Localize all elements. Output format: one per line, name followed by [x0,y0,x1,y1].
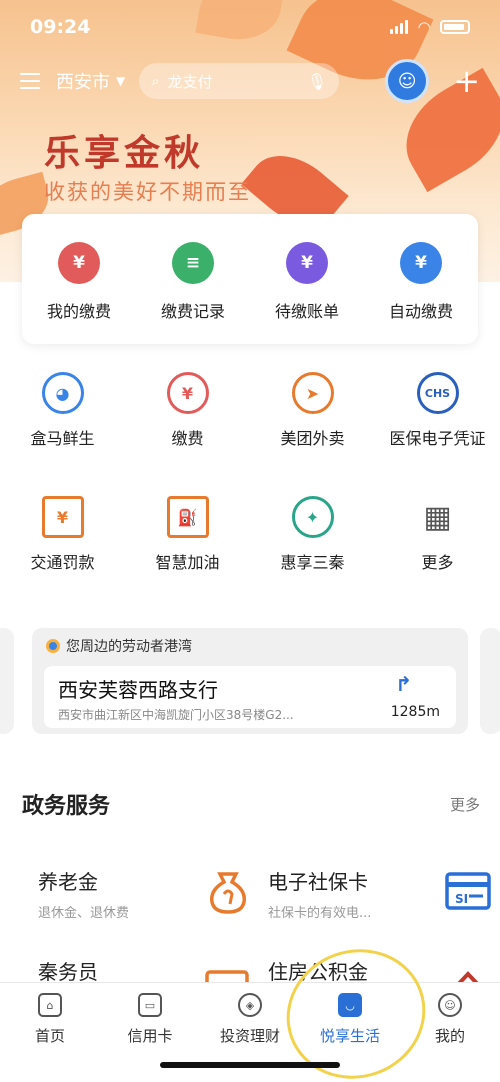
search-input[interactable]: ⌕ 龙支付 🎙 [139,63,340,99]
monitor-icon: ¥ [400,242,442,284]
banner-title: 乐享金秋 [44,132,205,174]
yuan-icon: ¥ [166,372,209,414]
gov-item-name: 电子社保卡 [268,870,368,894]
card-icon: ▭ [138,993,162,1017]
chs-icon: CHS [416,372,459,414]
nearby-carousel: 您周边的劳动者港湾 西安芙蓉西路支行 西安市曲江新区中海凯旋门小区38号楼G2.… [0,628,500,734]
city-selector[interactable]: 西安市 ▼ [56,68,125,94]
tab-credit-card[interactable]: ▭ 信用卡 [100,983,200,1046]
service-label: 交通罚款 [30,553,95,572]
hema-icon: ◕ [41,372,84,414]
home-icon: ⌂ [38,993,62,1017]
search-icon: ⌕ [151,72,160,90]
nearby-header-text: 您周边的劳动者港湾 [66,639,192,655]
gov-item-pension[interactable]: 养老金 退休金、退休费 [22,866,252,946]
pay-item-pending-bill[interactable]: ¥ 待缴账单 [250,214,364,344]
app-root: 09:24 ◠ 西安市 ▼ ⌕ 龙支付 🎙 ☺ + 乐享金秋 收获的美好不期而至 [0,0,500,1082]
service-more[interactable]: ▦ 更多 [375,496,500,620]
status-bar: 09:24 ◠ [30,12,470,42]
si-card-icon: SI [444,868,492,914]
cell-signal-icon [390,20,409,34]
svg-text:SI: SI [455,892,468,906]
menu-icon[interactable] [20,73,40,89]
branch-address: 西安市曲江新区中海凯旋门小区38号楼G2... [58,708,294,722]
turn-right-icon[interactable]: ↱ [395,672,412,696]
service-fuel[interactable]: ⛽ 智慧加油 [125,496,250,620]
tab-label: 信用卡 [127,1027,173,1045]
pay-item-label: 自动缴费 [388,302,453,321]
pay-item-auto-pay[interactable]: ¥ 自动缴费 [364,214,478,344]
pay-item-label: 缴费记录 [160,302,225,321]
service-huixiang[interactable]: ✦ 惠享三秦 [250,496,375,620]
status-indicators: ◠ [390,18,470,36]
top-bar: 西安市 ▼ ⌕ 龙支付 🎙 ☺ + [20,59,480,103]
service-label: 更多 [421,553,454,572]
prev-card[interactable] [0,628,14,734]
money-bag-icon [204,868,252,914]
location-pin-icon [46,639,60,653]
tab-label: 投资理财 [219,1027,280,1045]
wallet-icon: ¥ [58,242,100,284]
next-card[interactable] [480,628,500,734]
battery-icon [440,20,470,34]
pay-item-my-payment[interactable]: ¥ 我的缴费 [22,214,136,344]
mascot-avatar[interactable]: ☺ [385,59,430,103]
tab-home[interactable]: ⌂ 首页 [0,983,100,1046]
tab-label: 首页 [34,1027,65,1045]
pay-item-record[interactable]: ≡ 缴费记录 [136,214,250,344]
pay-item-label: 待缴账单 [274,302,339,321]
gov-more-link[interactable]: 更多 [450,794,480,815]
status-time: 09:24 [30,16,91,38]
tab-label: 我的 [434,1027,465,1045]
wifi-icon: ◠ [418,18,430,36]
microphone-icon[interactable]: 🎙 [307,72,327,91]
kangaroo-icon: ➤ [291,372,334,414]
gov-item-desc: 退休金、退休费 [38,906,130,921]
city-label: 西安市 [56,72,110,93]
gov-section-title: 政务服务 [22,794,111,819]
service-label: 缴费 [171,429,204,448]
record-icon: ≡ [172,242,214,284]
service-label: 惠享三秦 [280,553,345,572]
nearby-card[interactable]: 您周边的劳动者港湾 西安芙蓉西路支行 西安市曲江新区中海凯旋门小区38号楼G2.… [32,628,468,734]
gov-item-si-card[interactable]: 电子社保卡 社保卡的有效电... SI [252,866,491,946]
service-label: 医保电子凭证 [389,429,486,448]
service-hema[interactable]: ◕ 盒马鲜生 [0,372,125,496]
search-placeholder: 龙支付 [167,72,213,91]
service-medical-insurance[interactable]: CHS 医保电子凭证 [375,372,500,496]
banner-subtitle: 收获的美好不期而至 [44,180,251,204]
gov-item-name: 养老金 [38,870,98,894]
diamond-icon: ◈ [238,993,262,1017]
home-indicator[interactable] [160,1062,340,1068]
branch-info[interactable]: 西安芙蓉西路支行 西安市曲江新区中海凯旋门小区38号楼G2... ↱ 1285m [44,666,456,728]
gov-item-name: 秦务员 [38,960,98,984]
pay-item-label: 我的缴费 [46,302,111,321]
service-grid: ◕ 盒马鲜生 ¥ 缴费 ➤ 美团外卖 CHS 医保电子凭证 ¥ 交通罚款 ⛽ 智… [0,372,500,620]
service-label: 盒马鲜生 [30,429,95,448]
traffic-fine-icon: ¥ [41,496,84,538]
tab-investment[interactable]: ◈ 投资理财 [200,983,300,1046]
nearby-header: 您周边的劳动者港湾 [46,636,192,656]
plus-icon[interactable]: + [453,65,480,97]
star-badge-icon: ✦ [291,496,334,538]
service-label: 智慧加油 [155,553,220,572]
bill-icon: ¥ [286,242,328,284]
profile-icon: ☺ [438,993,462,1017]
service-traffic-fine[interactable]: ¥ 交通罚款 [0,496,125,620]
caret-down-icon: ▼ [116,74,126,88]
branch-name: 西安芙蓉西路支行 [58,678,218,702]
branch-distance: 1285m [390,704,440,720]
service-payment[interactable]: ¥ 缴费 [125,372,250,496]
fuel-icon: ⛽ [166,496,209,538]
payment-card: ¥ 我的缴费 ≡ 缴费记录 ¥ 待缴账单 ¥ 自动缴费 [22,214,478,344]
service-meituan[interactable]: ➤ 美团外卖 [250,372,375,496]
service-label: 美团外卖 [280,429,345,448]
gov-item-desc: 社保卡的有效电... [268,906,372,921]
grid-more-icon: ▦ [416,496,459,538]
